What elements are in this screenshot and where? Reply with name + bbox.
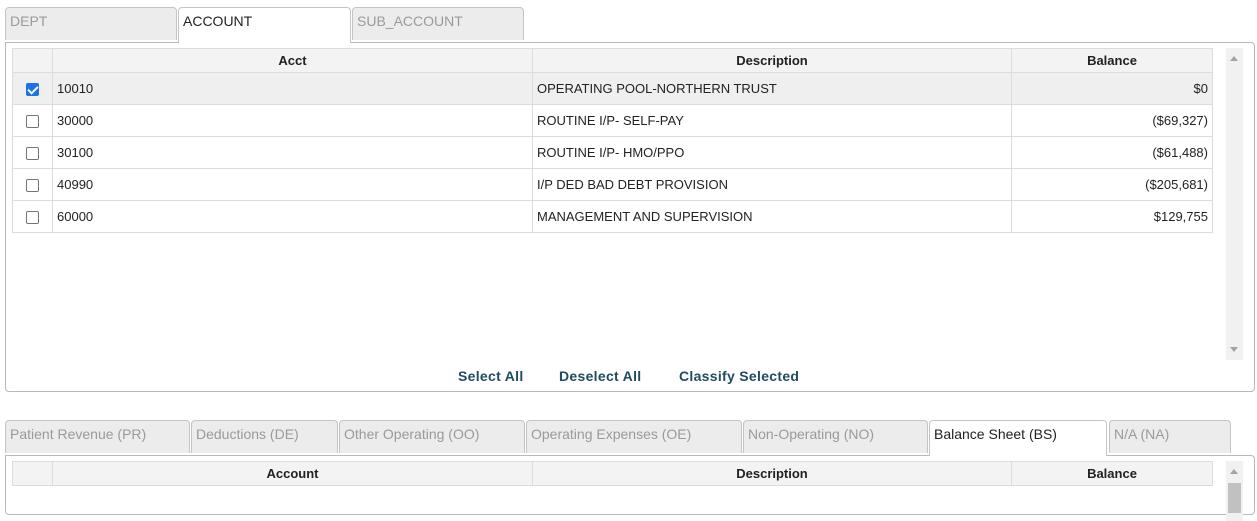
table-row[interactable]: 30000 ROUTINE I/P- SELF-PAY ($69,327) <box>12 104 1213 137</box>
tab-other-operating[interactable]: Other Operating (OO) <box>339 420 525 453</box>
row-select-cell[interactable] <box>12 200 53 233</box>
table-header-row: Account Description Balance <box>12 461 1213 486</box>
acct-cell: 30000 <box>52 104 533 137</box>
tab-label: Deductions (DE) <box>196 426 299 442</box>
scroll-down-arrow-icon[interactable] <box>1230 347 1238 352</box>
acct-cell: 40990 <box>52 168 533 201</box>
balance-cell: $0 <box>1011 72 1213 105</box>
table-row[interactable]: 40990 I/P DED BAD DEBT PROVISION ($205,681… <box>12 168 1213 201</box>
classification-panel: Account Description Balance <box>5 455 1255 521</box>
balance-cell: ($205,681) <box>1011 168 1213 201</box>
row-select-cell[interactable] <box>12 104 53 137</box>
row-checkbox[interactable] <box>26 179 39 193</box>
tab-label: Other Operating (OO) <box>344 426 480 442</box>
account-column-header[interactable]: Account <box>52 461 533 486</box>
tab-operating-expenses[interactable]: Operating Expenses (OE) <box>526 420 742 453</box>
balance-column-header[interactable]: Balance <box>1011 461 1213 486</box>
tab-sub-account[interactable]: SUB_ACCOUNT <box>352 7 524 40</box>
row-checkbox[interactable] <box>26 147 39 161</box>
table-row[interactable]: 60000 MANAGEMENT AND SUPERVISION $129,755 <box>12 200 1213 233</box>
tab-dept[interactable]: DEPT <box>5 7 177 40</box>
tab-label: N/A (NA) <box>1114 426 1170 442</box>
account-table-scrollbar[interactable] <box>1226 48 1243 360</box>
select-column-header <box>12 461 53 486</box>
acct-column-header[interactable]: Acct <box>52 48 533 73</box>
scroll-up-arrow-icon[interactable] <box>1230 56 1238 61</box>
acct-cell: 60000 <box>52 200 533 233</box>
description-cell: MANAGEMENT AND SUPERVISION <box>532 200 1012 233</box>
balance-cell: ($69,327) <box>1011 104 1213 137</box>
tab-label: Balance Sheet (BS) <box>934 426 1057 442</box>
deselect-all-button[interactable]: Deselect All <box>559 368 641 384</box>
balance-cell: $129,755 <box>1011 200 1213 233</box>
tab-patient-revenue[interactable]: Patient Revenue (PR) <box>5 420 190 453</box>
row-checkbox[interactable] <box>26 211 39 225</box>
tab-label: Operating Expenses (OE) <box>531 426 692 442</box>
row-checkbox[interactable] <box>26 83 39 97</box>
row-checkbox[interactable] <box>26 115 39 129</box>
select-column-header <box>12 48 53 73</box>
acct-cell: 10010 <box>52 72 533 105</box>
tab-label: DEPT <box>10 13 48 29</box>
description-column-header[interactable]: Description <box>532 461 1012 486</box>
description-column-header[interactable]: Description <box>532 48 1012 73</box>
tab-account[interactable]: ACCOUNT <box>178 7 351 43</box>
row-select-cell[interactable] <box>12 72 53 105</box>
tab-na[interactable]: N/A (NA) <box>1109 420 1231 453</box>
description-cell: OPERATING POOL-NORTHERN TRUST <box>532 72 1012 105</box>
classified-table-scrollbar[interactable] <box>1226 461 1243 521</box>
account-panel: Acct Description Balance 10010 OPERATING … <box>5 42 1255 392</box>
account-rows: 10010 OPERATING POOL-NORTHERN TRUST $0 3000… <box>12 72 1213 233</box>
row-select-cell[interactable] <box>12 136 53 169</box>
balance-column-header[interactable]: Balance <box>1011 48 1213 73</box>
table-row[interactable]: 10010 OPERATING POOL-NORTHERN TRUST $0 <box>12 72 1213 105</box>
tab-deductions[interactable]: Deductions (DE) <box>191 420 338 453</box>
classified-accounts-table: Account Description Balance <box>12 461 1213 486</box>
description-cell: ROUTINE I/P- SELF-PAY <box>532 104 1012 137</box>
tab-label: Non-Operating (NO) <box>748 426 875 442</box>
table-actions: Select All Deselect All Classify Selecte… <box>6 368 1254 386</box>
select-all-button[interactable]: Select All <box>458 368 524 384</box>
table-row[interactable]: 30100 ROUTINE I/P- HMO/PPO ($61,488) <box>12 136 1213 169</box>
description-cell: I/P DED BAD DEBT PROVISION <box>532 168 1012 201</box>
tab-label: ACCOUNT <box>183 13 253 29</box>
tab-label: Patient Revenue (PR) <box>10 426 147 442</box>
tab-non-operating[interactable]: Non-Operating (NO) <box>743 420 928 453</box>
classify-selected-button[interactable]: Classify Selected <box>679 368 799 384</box>
description-cell: ROUTINE I/P- HMO/PPO <box>532 136 1012 169</box>
acct-cell: 30100 <box>52 136 533 169</box>
account-table: Acct Description Balance 10010 OPERATING … <box>12 48 1213 233</box>
balance-cell: ($61,488) <box>1011 136 1213 169</box>
tab-label: SUB_ACCOUNT <box>357 13 463 29</box>
row-select-cell[interactable] <box>12 168 53 201</box>
scroll-up-arrow-icon[interactable] <box>1230 469 1238 474</box>
table-header-row: Acct Description Balance <box>12 48 1213 73</box>
tab-balance-sheet[interactable]: Balance Sheet (BS) <box>929 420 1107 456</box>
